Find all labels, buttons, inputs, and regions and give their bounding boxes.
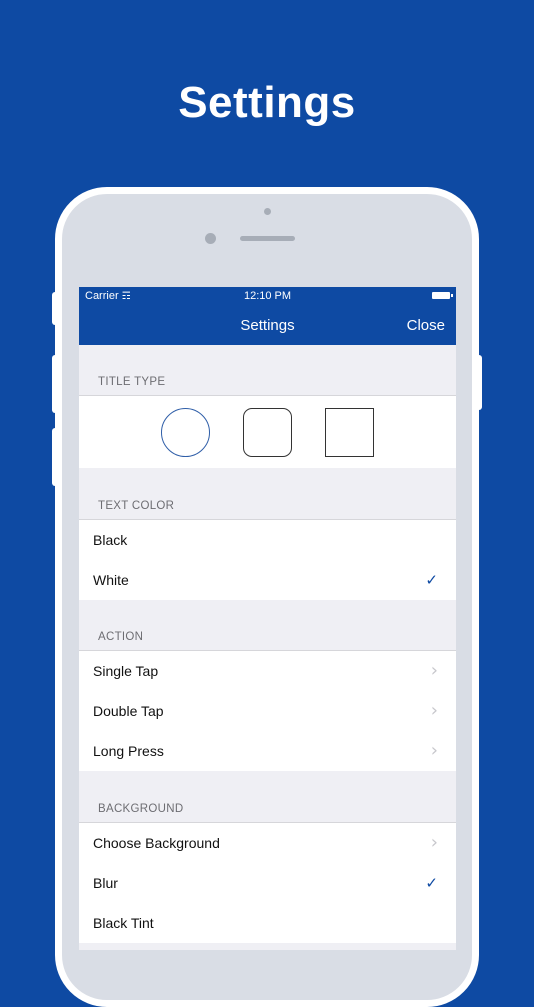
phone-volume-up xyxy=(52,355,58,413)
section-header-action: ACTION xyxy=(98,631,144,643)
device-screen: Carrier ☶ 12:10 PM Settings Close TITLE T… xyxy=(79,287,456,950)
chevron-right-icon: › xyxy=(430,660,438,681)
row-label: Choose Background xyxy=(93,835,220,851)
close-button[interactable]: Close xyxy=(407,317,445,334)
phone-volume-down xyxy=(52,428,58,486)
proximity-sensor xyxy=(264,208,271,215)
text-color-group: Black White ✓ xyxy=(79,519,456,600)
row-label: Black xyxy=(93,532,128,548)
row-label: Blur xyxy=(93,875,118,891)
action-group: Single Tap › Double Tap › Long Press › xyxy=(79,650,456,771)
section-header-title-type: TITLE TYPE xyxy=(98,376,166,388)
background-black-tint-row[interactable]: Black Tint xyxy=(79,903,456,943)
title-type-group xyxy=(79,395,456,468)
section-header-background: BACKGROUND xyxy=(98,803,184,815)
action-double-tap-row[interactable]: Double Tap › xyxy=(79,691,456,731)
promo-title: Settings xyxy=(178,78,356,127)
background-choose-row[interactable]: Choose Background › xyxy=(79,823,456,863)
section-header-text-color: TEXT COLOR xyxy=(98,500,175,512)
action-single-tap-row[interactable]: Single Tap › xyxy=(79,651,456,691)
chevron-right-icon: › xyxy=(430,740,438,761)
row-label: Double Tap xyxy=(93,703,164,719)
navigation-bar: Carrier ☶ 12:10 PM Settings Close xyxy=(79,287,456,345)
row-label: Black Tint xyxy=(93,915,154,931)
row-label: Long Press xyxy=(93,743,164,759)
earpiece-speaker xyxy=(240,236,295,241)
title-type-square-option[interactable] xyxy=(325,408,374,457)
title-type-circle-option[interactable] xyxy=(161,408,210,457)
front-camera xyxy=(205,233,216,244)
status-time: 12:10 PM xyxy=(243,290,292,302)
action-long-press-row[interactable]: Long Press › xyxy=(79,731,456,771)
background-blur-row[interactable]: Blur ✓ xyxy=(79,863,456,903)
title-type-rounded-option[interactable] xyxy=(243,408,292,457)
text-color-white-row[interactable]: White ✓ xyxy=(79,560,456,600)
checkmark-icon: ✓ xyxy=(425,874,438,892)
checkmark-icon: ✓ xyxy=(425,571,438,589)
phone-mute-switch xyxy=(52,292,58,325)
chevron-right-icon: › xyxy=(430,700,438,721)
background-group: Choose Background › Blur ✓ Black Tint xyxy=(79,822,456,943)
chevron-right-icon: › xyxy=(430,832,438,853)
row-label: White xyxy=(93,572,129,588)
row-label: Single Tap xyxy=(93,663,159,679)
phone-power-button xyxy=(476,355,482,410)
nav-title: Settings xyxy=(240,317,295,334)
battery-icon xyxy=(432,292,453,299)
text-color-black-row[interactable]: Black xyxy=(79,520,456,560)
